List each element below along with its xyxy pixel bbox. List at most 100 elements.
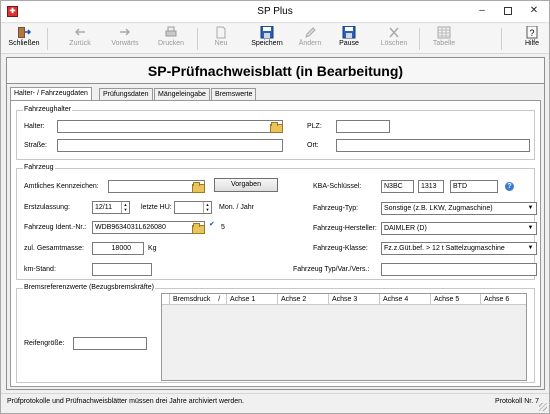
reifen-input[interactable] bbox=[73, 337, 147, 350]
protokoll-number: Protokoll Nr. 7 bbox=[495, 398, 539, 405]
table-grid-icon bbox=[437, 26, 451, 39]
minimize-button[interactable]: – bbox=[469, 1, 495, 21]
toolbar-separator bbox=[47, 28, 48, 50]
pause-button[interactable]: Pause bbox=[335, 25, 363, 53]
spinner-arrows-icon[interactable]: ▲ ▼ bbox=[121, 202, 129, 213]
klasse-value: Fz.z.Güt.bef. > 12 t Sattelzugmaschine bbox=[384, 245, 505, 252]
mon-jahr-label: Mon. / Jahr bbox=[219, 204, 255, 211]
chevron-down-icon[interactable]: ▼ bbox=[526, 244, 535, 253]
help-button[interactable]: ? Hilfe bbox=[521, 25, 543, 53]
pencil-icon bbox=[303, 26, 317, 39]
col-achse-3[interactable]: Achse 3 bbox=[329, 294, 380, 305]
typ-label: Fahrzeug-Typ: bbox=[313, 205, 359, 212]
kmstand-input[interactable] bbox=[92, 263, 152, 276]
kba-field-1[interactable]: N3BC bbox=[381, 180, 414, 193]
pause-button-label: Pause bbox=[339, 40, 359, 47]
fahrzeughalter-group: Fahrzeughalter Halter: Straße: PLZ: Ort: bbox=[16, 106, 535, 160]
strasse-input[interactable] bbox=[57, 139, 283, 152]
forward-button-label: Vorwärts bbox=[111, 40, 139, 47]
strasse-label: Straße: bbox=[24, 142, 47, 149]
table-button-label: Tabelle bbox=[432, 40, 456, 47]
kba-label: KBA-Schlüssel: bbox=[313, 183, 362, 190]
checkmark-icon: ✔ bbox=[209, 221, 215, 228]
gesamtmasse-value: 18000 bbox=[111, 245, 131, 252]
svg-text:?: ? bbox=[529, 28, 534, 38]
delete-button-label: Löschen bbox=[380, 40, 408, 47]
title-bar: ✚ SP Plus – ✕ bbox=[1, 1, 549, 23]
col-achse-4[interactable]: Achse 4 bbox=[380, 294, 431, 305]
bremsreferenz-group-label: Bremsreferenzwerte (Bezugsbremskräfte) bbox=[23, 284, 155, 291]
ident-label: Fahrzeug Ident.-Nr.: bbox=[24, 224, 87, 231]
page-title: SP-Prüfnachweisblatt (in Bearbeitung) bbox=[7, 58, 544, 84]
grid-header: Bremsdruck / Achse 1 Achse 2 Achse 3 Ach… bbox=[162, 294, 526, 305]
halter-input[interactable] bbox=[57, 120, 283, 133]
save-button[interactable]: Speichern bbox=[249, 25, 285, 53]
kba-field-2[interactable]: 1313 bbox=[418, 180, 444, 193]
klasse-label: Fahrzeug-Klasse: bbox=[313, 245, 368, 252]
kennzeichen-input[interactable] bbox=[108, 180, 205, 193]
ident-input[interactable]: WDB9634031L626080 bbox=[92, 221, 205, 234]
plz-input[interactable] bbox=[336, 120, 390, 133]
new-button[interactable]: Neu bbox=[209, 25, 233, 53]
edit-button[interactable]: Ändern bbox=[295, 25, 325, 53]
back-button[interactable]: Zurück bbox=[65, 25, 95, 53]
vorgaben-button[interactable]: Vorgaben bbox=[214, 178, 278, 192]
col-achse-2[interactable]: Achse 2 bbox=[278, 294, 329, 305]
print-button[interactable]: Drucken bbox=[155, 25, 187, 53]
delete-button[interactable]: Löschen bbox=[379, 25, 409, 53]
table-button[interactable]: Tabelle bbox=[429, 25, 459, 53]
tab-pruefungsdaten[interactable]: Prüfungsdaten bbox=[99, 88, 153, 100]
folder-open-icon[interactable] bbox=[192, 223, 205, 234]
tab-bremswerte[interactable]: Bremswerte bbox=[211, 88, 257, 100]
chevron-down-icon[interactable]: ▼ bbox=[526, 224, 535, 233]
delete-x-icon bbox=[387, 26, 401, 39]
ort-label: Ort: bbox=[307, 142, 319, 149]
col-achse-5[interactable]: Achse 5 bbox=[431, 294, 481, 305]
resize-grip-icon[interactable] bbox=[539, 403, 547, 411]
edit-button-label: Ändern bbox=[298, 40, 322, 47]
fahrzeughalter-group-label: Fahrzeughalter bbox=[23, 106, 73, 113]
kba-field-3[interactable]: BTD bbox=[450, 180, 498, 193]
pause-save-icon bbox=[342, 25, 356, 39]
print-button-label: Drucken bbox=[157, 40, 185, 47]
klasse-select[interactable]: Fz.z.Güt.bef. > 12 t Sattelzugmaschine ▼ bbox=[381, 242, 537, 255]
tab-maengeleingabe[interactable]: Mängeleingabe bbox=[154, 88, 210, 100]
app-window: ✚ SP Plus – ✕ Schließen Zurück Vorwärts bbox=[0, 0, 550, 414]
floppy-disk-icon bbox=[260, 25, 274, 39]
maximize-button[interactable] bbox=[495, 1, 521, 21]
forward-button[interactable]: Vorwärts bbox=[107, 25, 143, 53]
close-button-label: Schließen bbox=[8, 40, 40, 47]
col-achse-1[interactable]: Achse 1 bbox=[227, 294, 278, 305]
letzte-hu-input[interactable]: ▲ ▼ bbox=[174, 201, 212, 214]
sort-indicator: / bbox=[218, 296, 221, 303]
hersteller-select[interactable]: DAIMLER (D) ▼ bbox=[381, 222, 537, 235]
spinner-arrows-icon[interactable]: ▲ ▼ bbox=[203, 202, 211, 213]
chevron-down-icon[interactable]: ▼ bbox=[526, 204, 535, 213]
close-window-button[interactable]: ✕ bbox=[521, 1, 547, 21]
typ-value: Sonstige (z.B. LKW, Zugmaschine) bbox=[384, 205, 493, 212]
toolbar-separator bbox=[501, 28, 502, 50]
fahrzeug-group-label: Fahrzeug bbox=[23, 164, 55, 171]
folder-open-icon[interactable] bbox=[270, 122, 283, 133]
printer-icon bbox=[164, 26, 178, 39]
erstzulassung-input[interactable]: 12/11 ▲ ▼ bbox=[92, 201, 130, 214]
close-button[interactable]: Schließen bbox=[7, 25, 41, 53]
col-achse-6[interactable]: Achse 6 bbox=[481, 294, 526, 305]
plz-label: PLZ: bbox=[307, 123, 322, 130]
toolbar-separator bbox=[197, 28, 198, 50]
typ-select[interactable]: Sonstige (z.B. LKW, Zugmaschine) ▼ bbox=[381, 202, 537, 215]
erstzulassung-label: Erstzulassung: bbox=[24, 204, 70, 211]
help-icon[interactable]: ? bbox=[505, 182, 514, 191]
status-message: Prüfprotokolle und Prüfnachweisblätter m… bbox=[7, 398, 244, 405]
folder-open-icon[interactable] bbox=[192, 182, 205, 193]
gesamtmasse-input[interactable]: 18000 bbox=[92, 242, 144, 255]
col-bremsdruck[interactable]: Bremsdruck / bbox=[170, 294, 227, 305]
toolbar: Schließen Zurück Vorwärts Drucken Neu Sp… bbox=[1, 24, 549, 54]
bremswerte-grid[interactable]: Bremsdruck / Achse 1 Achse 2 Achse 3 Ach… bbox=[161, 293, 527, 381]
arrow-left-icon bbox=[73, 26, 87, 39]
help-button-label: Hilfe bbox=[524, 40, 539, 47]
tab-halter-fahrzeugdaten[interactable]: Halter- / Fahrzeugdaten bbox=[10, 87, 92, 100]
ort-input[interactable] bbox=[336, 139, 530, 152]
typ-var-input[interactable] bbox=[381, 263, 537, 276]
new-document-icon bbox=[214, 26, 228, 39]
